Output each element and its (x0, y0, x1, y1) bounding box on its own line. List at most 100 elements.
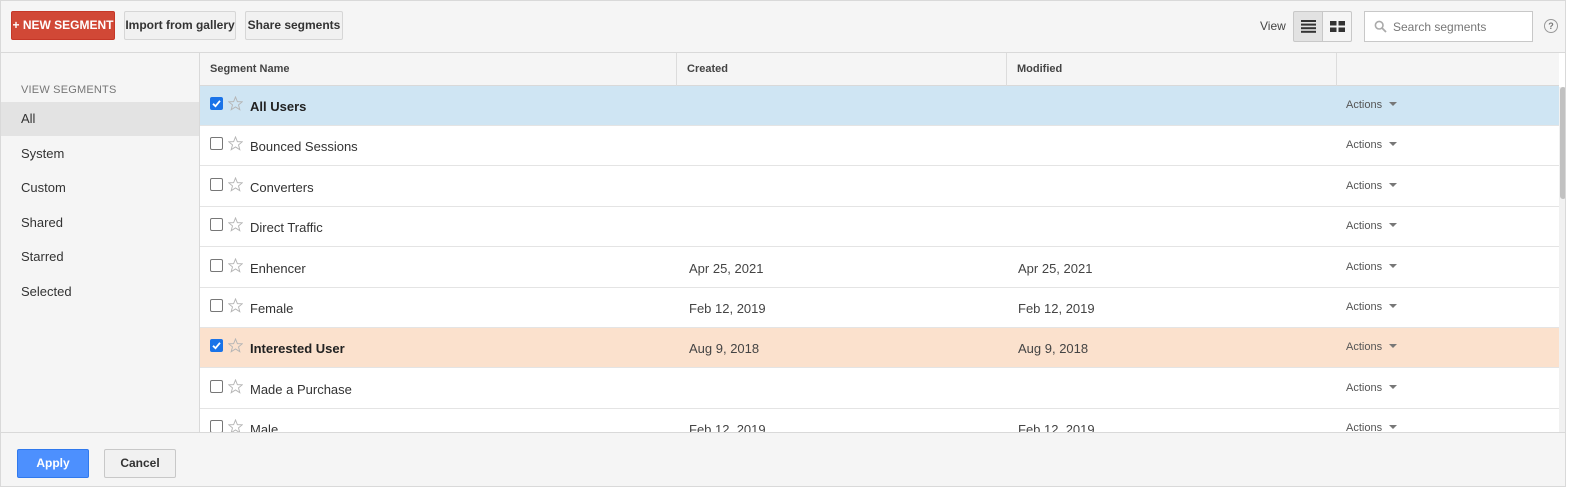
star-icon[interactable] (228, 378, 243, 394)
segment-name[interactable]: Bounced Sessions (250, 139, 358, 154)
caret-down-icon (1389, 102, 1398, 107)
sidebar-item-shared[interactable]: Shared (1, 206, 199, 240)
table-row[interactable]: Interested User Aug 9, 2018 Aug 9, 2018 Act… (200, 328, 1559, 369)
row-checkbox[interactable] (210, 177, 223, 191)
search-box (1364, 11, 1533, 42)
star-icon[interactable] (228, 136, 243, 152)
segment-name[interactable]: Made a Purchase (250, 382, 352, 397)
caret-down-icon (1389, 384, 1398, 389)
created-date: Aug 9, 2018 (689, 341, 760, 357)
caret-down-icon (1389, 304, 1398, 309)
grid-view-icon (1330, 21, 1345, 32)
table-header: Segment Name Created Modified (200, 53, 1559, 86)
sidebar-item-selected[interactable]: Selected (1, 275, 199, 309)
actions-label: Actions (1346, 301, 1383, 313)
sidebar-item-system[interactable]: System (1, 137, 199, 171)
created-date: Feb 12, 2019 (689, 301, 766, 316)
row-checkbox[interactable] (210, 258, 223, 272)
row-checkbox[interactable] (210, 420, 223, 432)
grid-view-button[interactable] (1322, 11, 1352, 42)
sidebar-item-starred[interactable]: Starred (1, 240, 199, 274)
actions-label: Actions (1346, 381, 1383, 394)
share-segments-button[interactable]: Share segments (245, 11, 343, 40)
caret-down-icon (1389, 263, 1398, 268)
footer: Apply Cancel (1, 432, 1565, 486)
toolbar: + NEW SEGMENT Import from gallery Share … (1, 1, 1565, 53)
list-view-button[interactable] (1293, 11, 1323, 42)
actions-label: Actions (1346, 179, 1383, 192)
segment-name[interactable]: All Users (250, 99, 306, 114)
actions-dropdown[interactable]: Actions (1346, 301, 1398, 313)
star-icon[interactable] (228, 338, 243, 354)
star-icon[interactable] (228, 96, 243, 111)
import-from-gallery-button[interactable]: Import from gallery (124, 11, 236, 40)
table-row[interactable]: All Users Actions (200, 86, 1559, 126)
cancel-button[interactable]: Cancel (104, 449, 176, 478)
star-icon[interactable] (228, 217, 243, 232)
actions-dropdown[interactable]: Actions (1346, 381, 1398, 394)
row-checkbox[interactable] (210, 339, 223, 353)
sidebar-item-all[interactable]: All (1, 102, 199, 136)
actions-label: Actions (1346, 341, 1383, 354)
table-row[interactable]: Bounced Sessions Actions (200, 126, 1559, 167)
actions-dropdown[interactable]: Actions (1346, 139, 1398, 152)
sidebar-item-custom[interactable]: Custom (1, 171, 199, 205)
row-checkbox[interactable] (210, 218, 223, 232)
column-header-segment-name[interactable]: Segment Name (200, 53, 677, 86)
star-icon[interactable] (228, 176, 243, 192)
actions-label: Actions (1346, 422, 1383, 432)
segments-table: Segment Name Created Modified All Users A… (200, 53, 1559, 432)
table-scrollbar[interactable] (1559, 87, 1565, 432)
star-icon[interactable] (228, 419, 243, 432)
actions-dropdown[interactable]: Actions (1346, 220, 1398, 233)
segment-name[interactable]: Interested User (250, 341, 345, 356)
search-input[interactable] (1393, 18, 1528, 35)
created-date: Apr 25, 2021 (689, 260, 764, 276)
column-header-created[interactable]: Created (677, 53, 1007, 86)
caret-down-icon (1389, 223, 1398, 228)
actions-label: Actions (1346, 220, 1383, 233)
actions-dropdown[interactable]: Actions (1346, 179, 1398, 192)
segment-name[interactable]: Enhencer (250, 261, 306, 276)
segment-name[interactable]: Female (250, 301, 293, 316)
list-view-icon (1301, 20, 1316, 33)
help-icon[interactable]: ? (1544, 19, 1558, 33)
table-row[interactable]: Made a Purchase Actions (200, 369, 1559, 409)
table-row[interactable]: Direct Traffic Actions (200, 207, 1559, 248)
modified-date: Apr 25, 2021 (1018, 260, 1093, 276)
sidebar-heading: VIEW SEGMENTS (21, 84, 117, 96)
actions-dropdown[interactable]: Actions (1346, 341, 1398, 354)
row-checkbox[interactable] (210, 379, 223, 393)
star-icon[interactable] (228, 298, 243, 313)
apply-button[interactable]: Apply (17, 449, 89, 478)
row-checkbox[interactable] (210, 299, 223, 312)
star-icon[interactable] (228, 257, 243, 273)
caret-down-icon (1389, 425, 1398, 430)
segment-name[interactable]: Direct Traffic (250, 220, 323, 235)
table-row[interactable]: Enhencer Apr 25, 2021 Apr 25, 2021 Actions (200, 248, 1559, 288)
actions-dropdown[interactable]: Actions (1346, 422, 1398, 432)
checkmark-icon (212, 342, 221, 350)
actions-label: Actions (1346, 99, 1383, 111)
modified-date: Aug 9, 2018 (1018, 341, 1089, 357)
new-segment-button[interactable]: + NEW SEGMENT (11, 11, 115, 40)
row-checkbox[interactable] (210, 137, 223, 151)
created-date: Feb 12, 2019 (689, 422, 766, 432)
actions-dropdown[interactable]: Actions (1346, 99, 1398, 111)
table-row[interactable]: Male Feb 12, 2019 Feb 12, 2019 Actions (200, 409, 1559, 432)
caret-down-icon (1389, 142, 1398, 147)
modified-date: Feb 12, 2019 (1018, 422, 1095, 432)
column-header-modified[interactable]: Modified (1007, 53, 1337, 86)
row-checkbox[interactable] (210, 97, 223, 110)
checkmark-icon (212, 100, 221, 108)
modified-date: Feb 12, 2019 (1018, 301, 1095, 316)
table-row[interactable]: Female Feb 12, 2019 Feb 12, 2019 Actions (200, 288, 1559, 328)
table-row[interactable]: Converters Actions (200, 167, 1559, 207)
actions-dropdown[interactable]: Actions (1346, 261, 1398, 273)
segment-name[interactable]: Male (250, 422, 278, 432)
column-header-actions (1337, 53, 1559, 86)
segment-name[interactable]: Converters (250, 180, 314, 195)
scrollbar-thumb[interactable] (1560, 87, 1565, 199)
caret-down-icon (1389, 344, 1398, 349)
actions-label: Actions (1346, 139, 1383, 152)
